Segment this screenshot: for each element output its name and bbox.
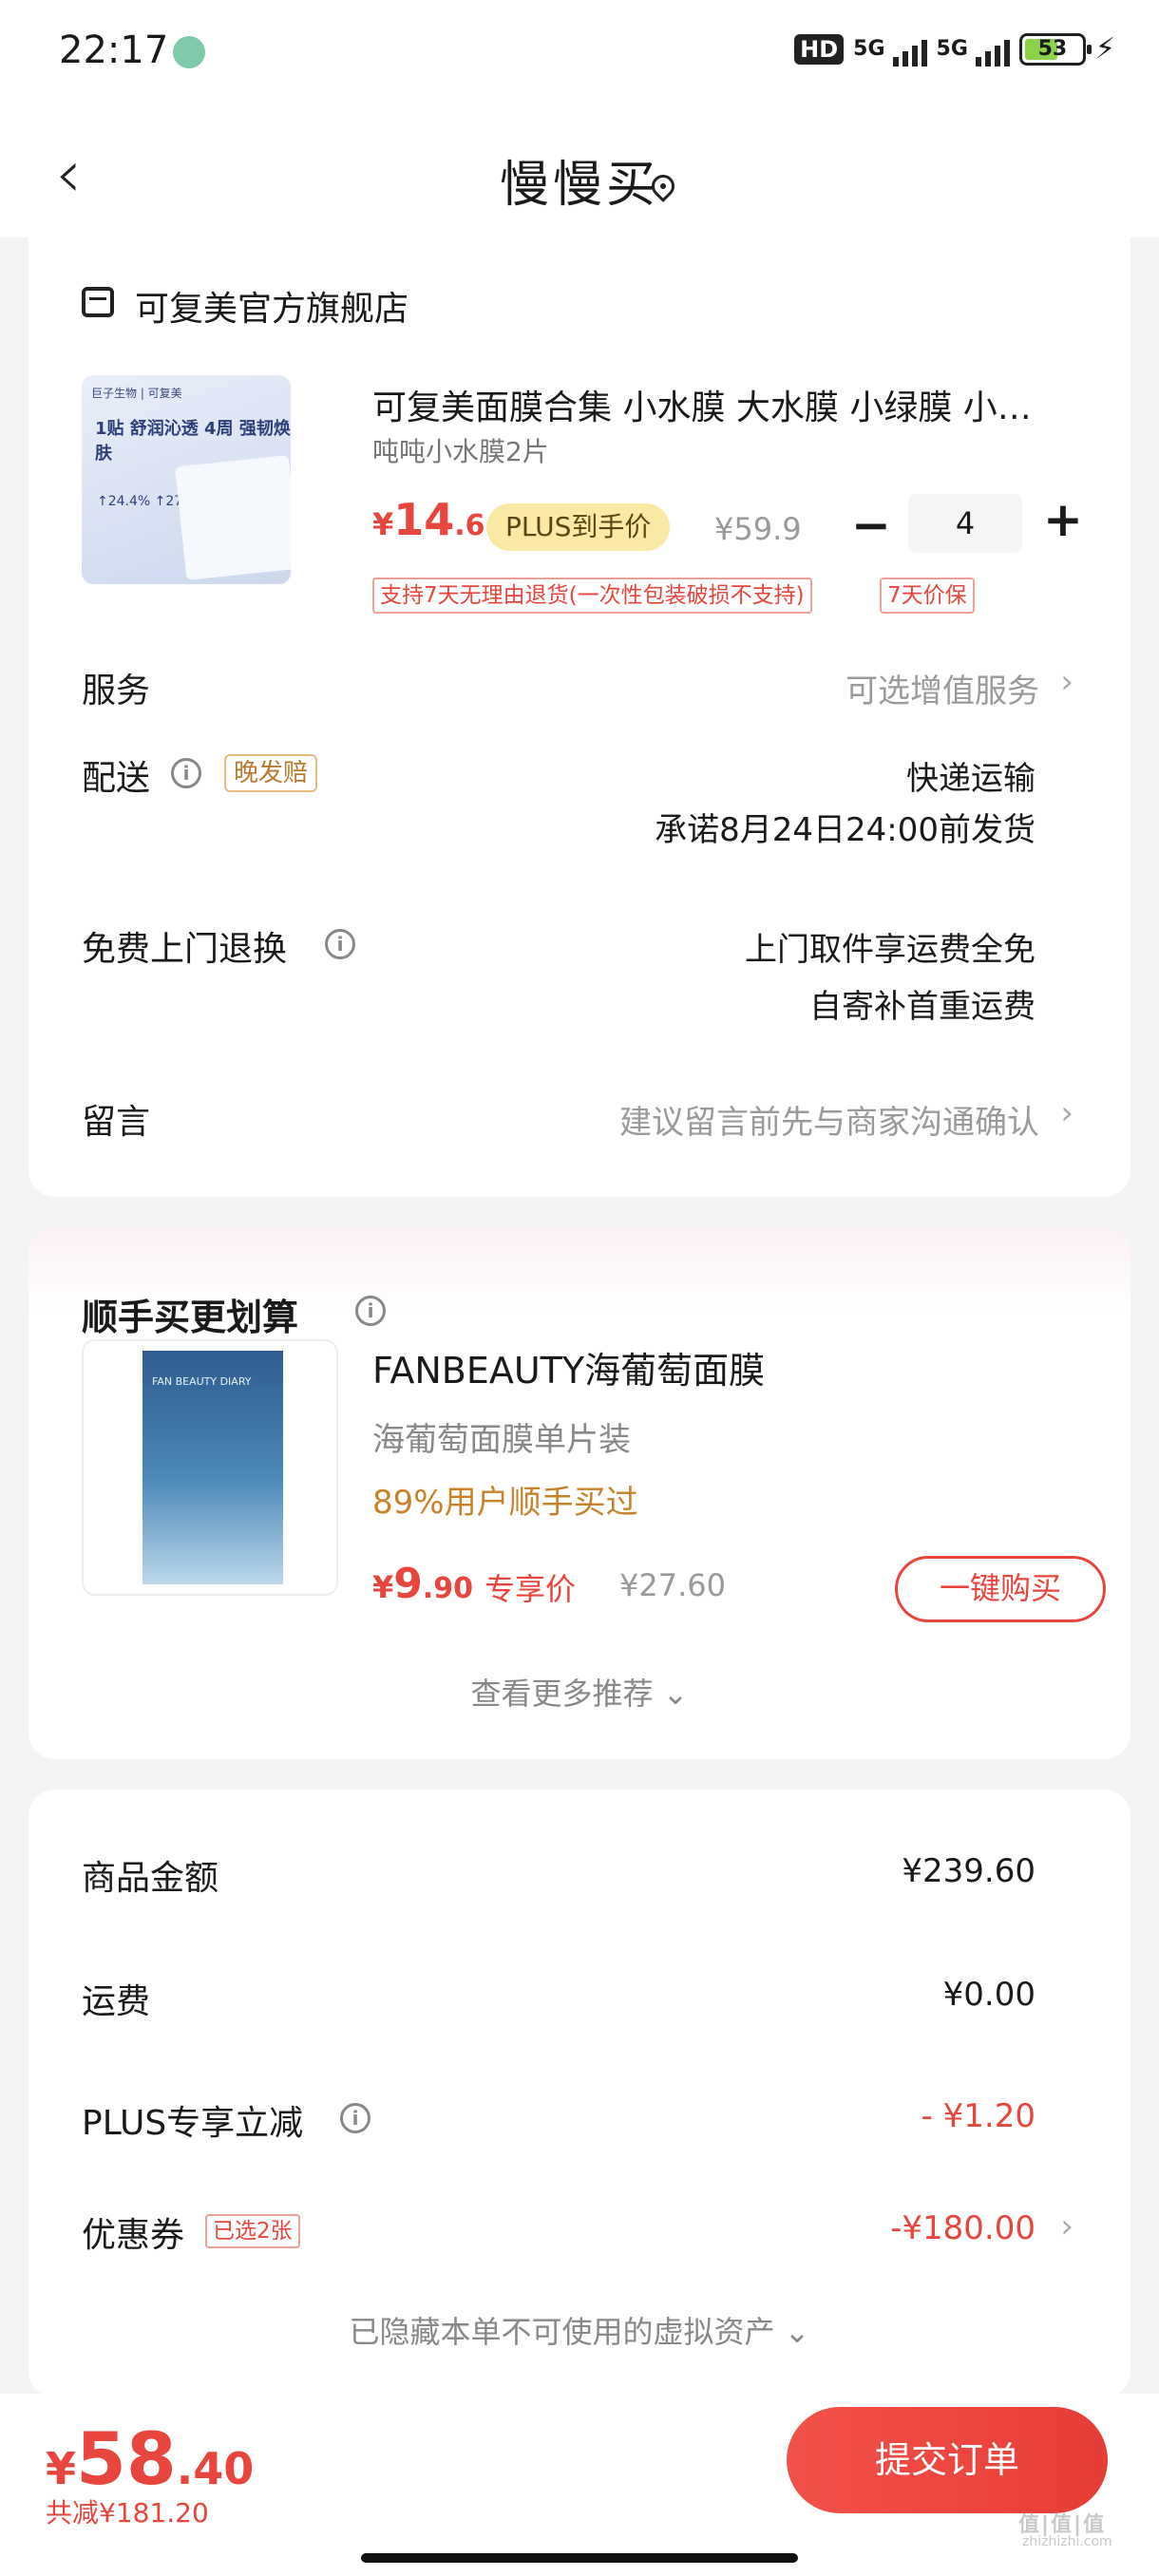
home-indicator[interactable] <box>361 2553 798 2563</box>
battery-icon: 53 <box>1018 32 1092 66</box>
service-value[interactable]: 可选增值服务 <box>846 665 1039 711</box>
info-icon[interactable]: i <box>340 2103 370 2133</box>
price-summary-card: 商品金额 ¥239.60 运费 ¥0.00 PLUS专享立减 i - ¥1.20… <box>28 1790 1130 2397</box>
delivery-promise: 承诺8月24日24:00前发货 <box>655 811 1036 849</box>
total-saved[interactable]: 共减¥181.20 <box>46 2492 209 2530</box>
coupon-selected-tag: 已选2张 <box>205 2214 300 2248</box>
clock: 22:17 <box>59 28 169 72</box>
order-card: 可复美官方旗舰店 巨子生物 | 可复美 1贴 舒润沁透 4周 强韧焕肤 ↑24.… <box>28 237 1130 1197</box>
recommend-buy-rate: 89%用户顺手买过 <box>372 1484 638 1522</box>
info-icon[interactable]: i <box>325 929 355 959</box>
hidden-assets-toggle[interactable]: 已隐藏本单不可使用的虚拟资产 ⌄ <box>28 2308 1130 2352</box>
shipping-value: ¥0.00 <box>942 1976 1036 2014</box>
delivery-label: 配送 <box>82 759 151 798</box>
chevron-right-icon[interactable]: › <box>1060 1094 1074 1132</box>
message-input[interactable]: 建议留言前先与商家沟通确认 <box>619 1096 1039 1143</box>
original-price: ¥59.9 <box>714 511 802 547</box>
watermark-url: zhizhizhi.com <box>1022 2534 1112 2549</box>
product-price: ¥14.6 <box>372 494 485 545</box>
product-sku[interactable]: 吨吨小水膜2片 <box>372 431 549 469</box>
chevron-right-icon[interactable]: › <box>1060 663 1074 701</box>
plus-discount-value: - ¥1.20 <box>921 2097 1036 2135</box>
increase-quantity-button[interactable]: + <box>1043 496 1083 543</box>
return-policy-tag: 支持7天无理由退货(一次性包装破损不支持) <box>372 578 812 614</box>
recommend-price: ¥9.90 <box>372 1560 474 1608</box>
nav-bar: ‹ 慢慢买 <box>0 114 1159 237</box>
product-title[interactable]: 可复美面膜合集 小水膜 大水膜 小绿膜 小… <box>372 380 1113 429</box>
free-return-label: 免费上门退换 <box>82 930 288 969</box>
signal-icon-2: 5G <box>937 37 1010 66</box>
coupon-label: 优惠券 <box>82 2216 185 2255</box>
signal-icon-1: 5G <box>853 37 927 66</box>
shipping-label: 运费 <box>82 1982 151 2021</box>
free-return-value-1: 上门取件享运费全免 <box>745 931 1036 969</box>
more-recommendations-link[interactable]: 查看更多推荐 ⌄ <box>28 1670 1130 1714</box>
submit-order-button[interactable]: 提交订单 <box>787 2407 1108 2513</box>
recommendation-title: 顺手买更划算 <box>82 1297 299 1338</box>
coupon-value[interactable]: -¥180.00 <box>890 2209 1036 2247</box>
plus-price-badge: PLUS到手价 <box>486 503 671 551</box>
one-click-buy-button[interactable]: 一键购买 <box>895 1556 1106 1622</box>
info-icon[interactable]: i <box>355 1296 386 1326</box>
goods-amount-value: ¥239.60 <box>902 1852 1036 1890</box>
quantity-field[interactable]: 4 <box>908 494 1022 553</box>
store-icon <box>82 287 114 317</box>
plus-discount-label: PLUS专享立减 <box>82 2104 304 2143</box>
hd-icon: HD <box>794 33 845 65</box>
recommend-product-image[interactable]: FAN BEAUTY DIARY <box>82 1339 338 1596</box>
notification-icon <box>173 36 205 68</box>
price-protect-tag: 7天价保 <box>880 578 975 614</box>
store-name[interactable]: 可复美官方旗舰店 <box>135 281 408 331</box>
total-price: ¥58.40 <box>46 2416 255 2501</box>
info-icon[interactable]: i <box>171 758 201 788</box>
service-label: 服务 <box>82 672 151 710</box>
page-title: 慢慢买 <box>499 157 659 214</box>
chevron-right-icon[interactable]: › <box>1060 2207 1074 2245</box>
late-delivery-compensation-tag: 晚发赔 <box>224 754 318 792</box>
charging-icon: ⚡ <box>1094 32 1115 66</box>
checkout-bar: ¥58.40 共减¥181.20 提交订单 值|值|值 zhizhizhi.co… <box>0 2394 1159 2576</box>
product-image[interactable]: 巨子生物 | 可复美 1贴 舒润沁透 4周 强韧焕肤 ↑24.4% ↑27.4%… <box>82 375 291 584</box>
status-icons: HD 5G 5G 53 ⚡ <box>794 32 1115 66</box>
delivery-method[interactable]: 快递运输 <box>906 752 1036 799</box>
goods-amount-label: 商品金额 <box>82 1859 219 1898</box>
free-return-value-2: 自寄补首重运费 <box>809 988 1036 1026</box>
status-bar: 22:17 HD 5G 5G 53 ⚡ <box>0 0 1159 114</box>
decrease-quantity-button[interactable]: − <box>851 502 891 549</box>
message-label: 留言 <box>82 1103 151 1142</box>
exclusive-price-label: 专享价 <box>484 1571 577 1607</box>
recommend-product-sku: 海葡萄面膜单片装 <box>372 1421 631 1459</box>
recommendation-card: 顺手买更划算 i FAN BEAUTY DIARY FANBEAUTY海葡萄面膜… <box>28 1227 1130 1759</box>
recommend-original-price: ¥27.60 <box>619 1567 726 1603</box>
recommend-product-name[interactable]: FANBEAUTY海葡萄面膜 <box>372 1341 765 1393</box>
